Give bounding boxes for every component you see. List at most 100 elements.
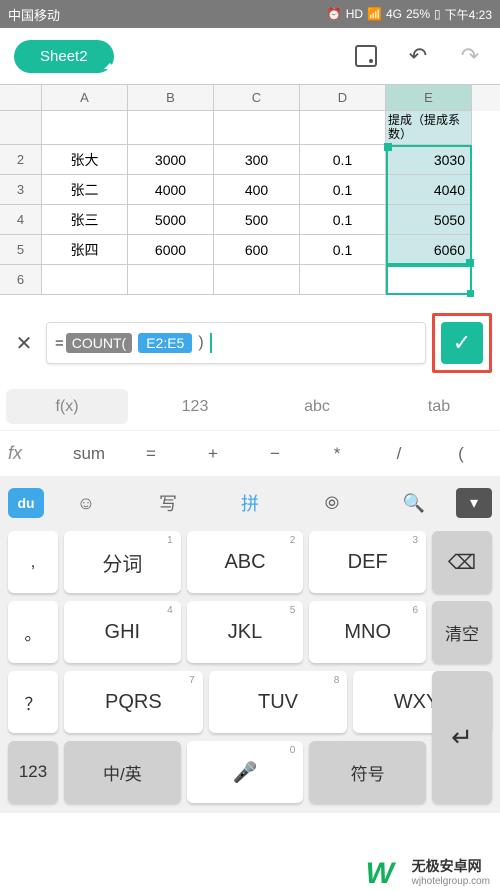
redo-button[interactable]: ↷: [454, 40, 486, 72]
cell[interactable]: [128, 111, 214, 145]
watermark: W 无极安卓网 wjhotelgroup.com: [366, 856, 490, 887]
key-3-def[interactable]: 3DEF: [309, 531, 426, 593]
cell[interactable]: 3000: [128, 145, 214, 175]
row-header-blank[interactable]: [0, 111, 42, 145]
key-symbols[interactable]: 符号: [309, 741, 426, 803]
voice-mode-icon[interactable]: ⦾: [292, 493, 372, 514]
mode-tab-abc[interactable]: abc: [256, 383, 378, 430]
cell-E-header-text[interactable]: 提成（提成系数）: [386, 111, 472, 145]
enter-icon: ↵: [451, 722, 473, 753]
cell[interactable]: 0.1: [300, 205, 386, 235]
key-2-abc[interactable]: 2ABC: [187, 531, 304, 593]
key-123[interactable]: 123: [8, 741, 58, 803]
sheet-tab[interactable]: Sheet2: [14, 40, 114, 73]
col-header-A[interactable]: A: [42, 85, 128, 111]
fx-lparen-button[interactable]: (: [430, 444, 492, 464]
key-backspace[interactable]: ⌫: [432, 531, 492, 593]
key-question[interactable]: ？: [8, 671, 58, 733]
cell[interactable]: 5050: [386, 205, 472, 235]
fx-label[interactable]: fx: [8, 443, 58, 464]
ime-logo-button[interactable]: du: [8, 488, 44, 518]
row-header[interactable]: 5: [0, 235, 42, 265]
key-lang-switch[interactable]: 中/英: [64, 741, 181, 803]
key-6-mno[interactable]: 6MNO: [309, 601, 426, 663]
key-1[interactable]: 1分词: [64, 531, 181, 593]
pinyin-button[interactable]: 拼: [210, 490, 290, 516]
key-period[interactable]: 。: [8, 601, 58, 663]
cell[interactable]: [300, 111, 386, 145]
column-headers-row: A B C D E: [0, 85, 500, 111]
row-header[interactable]: 2: [0, 145, 42, 175]
fx-mul-button[interactable]: *: [306, 444, 368, 464]
backspace-icon: ⌫: [448, 550, 476, 575]
cell[interactable]: [42, 111, 128, 145]
col-header-B[interactable]: B: [128, 85, 214, 111]
cell[interactable]: 6060: [386, 235, 472, 265]
col-header-E[interactable]: E: [386, 85, 472, 111]
cell[interactable]: 3030: [386, 145, 472, 175]
table-row: 2 张大 3000 300 0.1 3030: [0, 145, 500, 175]
cell[interactable]: 张三: [42, 205, 128, 235]
cell[interactable]: [214, 265, 300, 295]
mode-tab-123[interactable]: 123: [134, 383, 256, 430]
key-8-tuv[interactable]: 8TUV: [209, 671, 348, 733]
search-ime-button[interactable]: 🔍: [374, 493, 454, 514]
key-comma[interactable]: ,: [8, 531, 58, 593]
cell[interactable]: 张四: [42, 235, 128, 265]
cell[interactable]: [214, 111, 300, 145]
keyboard-collapse-button[interactable]: ▾: [456, 488, 492, 518]
cell[interactable]: 5000: [128, 205, 214, 235]
key-4-ghi[interactable]: 4GHI: [64, 601, 181, 663]
key-0-mic[interactable]: 0🎤: [187, 741, 304, 803]
fx-minus-button[interactable]: −: [244, 444, 306, 464]
cell[interactable]: [300, 265, 386, 295]
table-row: 4 张三 5000 500 0.1 5050: [0, 205, 500, 235]
fx-sum-button[interactable]: sum: [58, 444, 120, 464]
wifi-icon: 📶: [367, 7, 382, 21]
row-header[interactable]: 3: [0, 175, 42, 205]
cell[interactable]: 0.1: [300, 175, 386, 205]
cell[interactable]: 张大: [42, 145, 128, 175]
fx-eq-button[interactable]: =: [120, 444, 182, 464]
handwriting-button[interactable]: 写: [128, 490, 208, 516]
cell[interactable]: 600: [214, 235, 300, 265]
alarm-icon: ⏰: [327, 7, 342, 21]
cell[interactable]: 4000: [128, 175, 214, 205]
cell[interactable]: 0.1: [300, 235, 386, 265]
save-button[interactable]: [350, 40, 382, 72]
active-cell[interactable]: [386, 265, 472, 295]
cell[interactable]: [42, 265, 128, 295]
time-label: 下午4:23: [445, 6, 492, 23]
key-clear[interactable]: 清空: [432, 601, 492, 663]
row-header[interactable]: 6: [0, 265, 42, 295]
key-5-jkl[interactable]: 5JKL: [187, 601, 304, 663]
save-icon: [355, 45, 377, 67]
cell[interactable]: 0.1: [300, 145, 386, 175]
select-all-corner[interactable]: [0, 85, 42, 111]
watermark-logo-icon: W: [366, 857, 406, 887]
mode-tab-fx[interactable]: f(x): [6, 389, 128, 424]
text-cursor: [210, 333, 212, 353]
fx-plus-button[interactable]: +: [182, 444, 244, 464]
cell[interactable]: 6000: [128, 235, 214, 265]
key-enter[interactable]: ↵: [432, 671, 492, 803]
cell[interactable]: 300: [214, 145, 300, 175]
cell[interactable]: 张二: [42, 175, 128, 205]
cancel-formula-button[interactable]: ✕: [8, 327, 40, 359]
confirm-formula-button[interactable]: ✓: [441, 322, 483, 364]
cell[interactable]: 4040: [386, 175, 472, 205]
row-header[interactable]: 4: [0, 205, 42, 235]
col-header-D[interactable]: D: [300, 85, 386, 111]
emoji-button[interactable]: ☺: [46, 493, 126, 514]
fx-div-button[interactable]: /: [368, 444, 430, 464]
key-7-pqrs[interactable]: 7PQRS: [64, 671, 203, 733]
undo-button[interactable]: ↶: [402, 40, 434, 72]
col-header-C[interactable]: C: [214, 85, 300, 111]
cell[interactable]: 400: [214, 175, 300, 205]
cell[interactable]: [128, 265, 214, 295]
formula-input[interactable]: = COUNT( E2:E5 ): [46, 322, 426, 364]
spreadsheet[interactable]: A B C D E 提成（提成系数） 2 张大 3000 300 0.1 303…: [0, 84, 500, 295]
mode-tab-tab[interactable]: tab: [378, 383, 500, 430]
cell[interactable]: 500: [214, 205, 300, 235]
close-paren: ): [198, 334, 203, 352]
